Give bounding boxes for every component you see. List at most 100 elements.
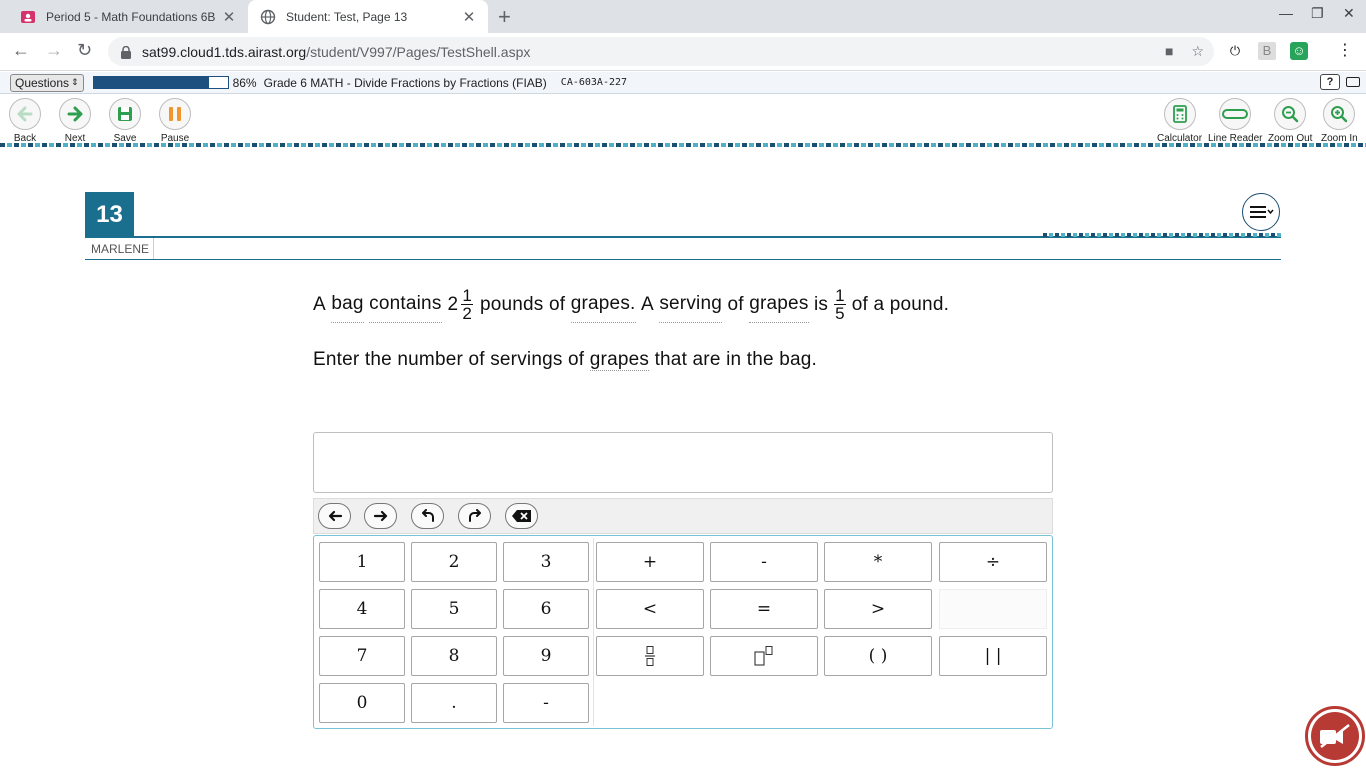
key-0[interactable]: 0 — [319, 683, 405, 723]
menu-icon — [1250, 206, 1274, 218]
answer-input[interactable] — [313, 432, 1053, 493]
question-number: 13 — [85, 192, 134, 237]
tab-student-test[interactable]: Student: Test, Page 13 ✕ — [248, 0, 488, 33]
tab-period5[interactable]: Period 5 - Math Foundations 6B ✕ — [8, 0, 248, 33]
key-5[interactable]: 5 — [411, 589, 497, 629]
reload-icon[interactable]: ↻ — [77, 40, 92, 61]
test-name: Grade 6 MATH - Divide Fractions by Fract… — [263, 75, 547, 90]
exponent-template-icon — [754, 646, 773, 666]
next-button[interactable]: Next — [59, 98, 91, 144]
camera-blocked-icon[interactable]: ■ — [1165, 43, 1173, 60]
key-decimal[interactable]: . — [411, 683, 497, 723]
mixed-fraction: 1 2 — [461, 287, 473, 322]
close-icon[interactable]: ✕ — [218, 8, 240, 26]
zoom-in-button[interactable]: Zoom In — [1321, 98, 1358, 144]
back-button[interactable]: Back — [9, 98, 41, 144]
save-button[interactable]: Save — [109, 98, 141, 144]
key-2[interactable]: 2 — [411, 542, 497, 582]
progress-fill — [93, 77, 209, 88]
key-minus[interactable]: - — [710, 542, 818, 582]
stem-text: A — [640, 293, 654, 315]
key-fraction[interactable] — [596, 636, 704, 676]
camera-mic-off-icon — [1311, 712, 1359, 760]
fraction-denominator: 5 — [835, 304, 845, 323]
key-exponent[interactable] — [710, 636, 818, 676]
mixed-whole: 2 — [447, 293, 459, 315]
cursor-left-button[interactable] — [318, 503, 351, 529]
key-greater-than[interactable]: > — [824, 589, 932, 629]
key-3[interactable]: 3 — [503, 542, 589, 582]
glossary-word-grapes[interactable]: grapes — [589, 349, 650, 371]
close-icon[interactable]: ✕ — [458, 8, 480, 26]
recording-widget[interactable] — [1305, 706, 1365, 766]
b-extension-icon[interactable]: B — [1258, 42, 1276, 60]
classroom-icon — [20, 9, 36, 25]
redo-icon — [468, 509, 481, 522]
line-reader-button[interactable]: Line Reader — [1208, 98, 1262, 144]
key-9[interactable]: 9 — [503, 636, 589, 676]
zoom-in-icon — [1323, 98, 1356, 130]
key-parentheses[interactable]: ( ) — [824, 636, 932, 676]
forward-arrow-icon[interactable]: → — [45, 40, 63, 61]
redo-button[interactable] — [458, 503, 491, 529]
glossary-word-contains[interactable]: contains — [369, 286, 442, 323]
key-plus[interactable]: + — [596, 542, 704, 582]
glossary-word-bag[interactable]: bag — [331, 286, 364, 323]
tab-title: Period 5 - Math Foundations 6B — [46, 9, 216, 24]
key-6[interactable]: 6 — [503, 589, 589, 629]
serving-fraction: 1 5 — [834, 287, 846, 322]
backspace-icon — [511, 510, 531, 522]
zoom-out-icon — [1274, 98, 1307, 130]
keypad-divider — [593, 538, 594, 726]
green-extension-icon[interactable]: ☺ — [1290, 42, 1308, 60]
minimize-icon[interactable]: — — [1279, 5, 1293, 21]
progress-bar — [92, 76, 229, 89]
key-negative[interactable]: - — [503, 683, 589, 723]
url-host: sat99.cloud1.tds.airast.org — [142, 43, 307, 60]
window-close-icon[interactable]: ✕ — [1343, 5, 1355, 22]
power-extension-icon[interactable]: ⏻ — [1226, 42, 1244, 60]
fraction-denominator: 2 — [462, 304, 472, 323]
stem-text: of — [727, 293, 744, 315]
pause-button[interactable]: Pause — [159, 98, 191, 144]
test-toolbar: Back Next Save Pause Calculator Line Rea… — [0, 94, 1366, 144]
more-menu-icon[interactable]: ⋮ — [1336, 42, 1354, 60]
back-arrow-icon[interactable]: ← — [12, 40, 30, 61]
progress-text: 86% — [232, 75, 257, 90]
key-equals[interactable]: = — [710, 589, 818, 629]
new-tab-icon[interactable]: + — [498, 4, 511, 30]
key-multiply[interactable]: * — [824, 542, 932, 582]
url-path: /student/V997/Pages/TestShell.aspx — [306, 43, 531, 60]
delete-button[interactable] — [505, 503, 538, 529]
key-4[interactable]: 4 — [319, 589, 405, 629]
key-8[interactable]: 8 — [411, 636, 497, 676]
calculator-button[interactable]: Calculator — [1157, 98, 1202, 144]
prompt-text: that are in the bag. — [654, 349, 818, 370]
fraction-template-icon — [645, 646, 655, 666]
line-reader-icon — [1219, 98, 1252, 130]
key-divide[interactable]: ÷ — [939, 542, 1047, 582]
star-icon[interactable]: ☆ — [1191, 43, 1204, 60]
glossary-word-grapes[interactable]: grapes — [749, 286, 809, 323]
mixed-number: 2 1 2 — [448, 287, 476, 323]
questions-dropdown[interactable]: Questions ⇕ — [10, 73, 84, 92]
question-menu-button[interactable] — [1242, 193, 1280, 231]
test-code: CA-603A-227 — [560, 77, 628, 88]
undo-button[interactable] — [411, 503, 444, 529]
key-absolute-value[interactable]: | | — [939, 636, 1047, 676]
stem-text: pounds of — [479, 293, 566, 315]
help-button[interactable]: ? — [1320, 74, 1340, 90]
restore-icon[interactable]: ❐ — [1311, 5, 1324, 22]
glossary-word-serving[interactable]: serving — [659, 286, 722, 323]
back-arrow-icon — [9, 98, 41, 130]
glossary-word-grapes[interactable]: grapes. — [570, 286, 636, 323]
next-arrow-icon — [59, 98, 91, 130]
key-7[interactable]: 7 — [319, 636, 405, 676]
key-less-than[interactable]: < — [596, 589, 704, 629]
cursor-right-button[interactable] — [364, 503, 397, 529]
key-1[interactable]: 1 — [319, 542, 405, 582]
section-divider — [0, 143, 1366, 147]
zoom-out-button[interactable]: Zoom Out — [1268, 98, 1312, 144]
globe-icon — [260, 9, 276, 25]
url-field[interactable]: sat99.cloud1.tds.airast.org /student/V99… — [108, 37, 1214, 66]
